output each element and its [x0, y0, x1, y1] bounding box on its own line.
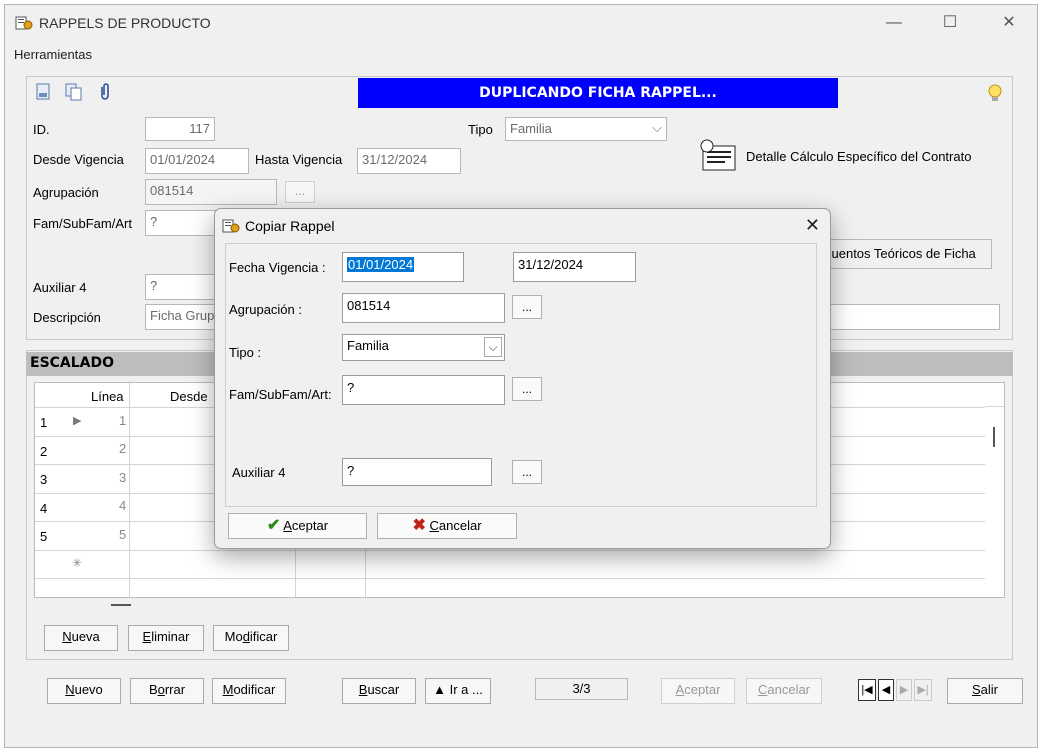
aceptar-main-button[interactable]: Aceptar — [661, 678, 735, 704]
fam-dialog-browse-button[interactable]: ... — [512, 377, 542, 401]
title-bar: RAPPELS DE PRODUCTO — ☐ ✕ — [5, 5, 1037, 41]
descuentos-teoricos-button[interactable]: cuentos Teóricos de Ficha — [820, 239, 992, 269]
agrupacion-dialog-label: Agrupación : — [229, 302, 302, 317]
dialog-title: Copiar Rappel — [245, 218, 335, 234]
nuevo-button[interactable]: Nuevo — [47, 678, 121, 704]
new-doc-icon[interactable] — [35, 83, 53, 101]
ir-a-button[interactable]: ▲ Ir a ... — [425, 678, 491, 704]
row-number: 5 — [40, 529, 48, 544]
app-icon — [222, 219, 240, 233]
tipo-select-value: Familia — [510, 121, 552, 136]
status-banner: DUPLICANDO FICHA RAPPEL... — [358, 78, 838, 108]
last-record-icon[interactable]: ▶| — [914, 679, 932, 701]
cancelar-main-button[interactable]: Cancelar — [746, 678, 822, 704]
hasta-field[interactable]: 31/12/2024 — [357, 148, 461, 174]
maximize-icon[interactable]: ☐ — [930, 11, 970, 35]
new-row-icon: ✳ — [72, 556, 83, 570]
desde-label: Desde Vigencia — [33, 152, 124, 167]
descripcion-label: Descripción — [33, 310, 101, 325]
agrupacion-dialog-field[interactable]: 081514 — [342, 293, 505, 323]
cancelar-dialog-button[interactable]: ✖ Cancelar — [377, 513, 517, 539]
auxiliar-dialog-browse-button[interactable]: ... — [512, 460, 542, 484]
close-icon[interactable]: ✕ — [805, 215, 820, 236]
eliminar-button[interactable]: Eliminar — [128, 625, 204, 651]
buscar-button[interactable]: Buscar — [342, 678, 416, 704]
dropdown-chevron-icon: ⌵ — [652, 120, 662, 135]
copiar-rappel-dialog: Copiar Rappel ✕ Fecha Vigencia : 01/01/2… — [214, 208, 831, 549]
menu-bar: Herramientas — [5, 41, 1037, 65]
next-record-icon[interactable]: ▶ — [896, 679, 912, 701]
row-number: 4 — [40, 501, 48, 516]
fam-label: Fam/SubFam/Art — [33, 216, 132, 231]
agrupacion-field[interactable]: 081514 — [145, 179, 277, 205]
fecha-hasta-field[interactable]: 31/12/2024 — [513, 252, 636, 282]
menu-tools[interactable]: Herramientas — [14, 47, 92, 62]
row-linea: 3 — [119, 470, 127, 485]
agrupacion-dialog-browse-button[interactable]: ... — [512, 295, 542, 319]
desde-field[interactable]: 01/01/2024 — [145, 148, 249, 174]
col-desde-header[interactable]: Desde — [170, 389, 208, 404]
row-number: 1 — [40, 415, 48, 430]
fam-dialog-field[interactable]: ? — [342, 375, 505, 405]
auxiliar-dialog-label: Auxiliar 4 — [232, 465, 286, 480]
window-title: RAPPELS DE PRODUCTO — [39, 15, 211, 31]
auxiliar-field[interactable]: ? — [145, 274, 225, 300]
fecha-desde-field[interactable]: 01/01/2024 — [342, 252, 464, 282]
tipo-dialog-select[interactable]: Familia ⌵ — [342, 334, 505, 361]
row-linea: 5 — [119, 527, 127, 542]
nueva-button[interactable]: Nueva — [44, 625, 118, 651]
horizontal-scroll-thumb[interactable] — [111, 604, 131, 606]
agrupacion-label: Agrupación — [33, 185, 99, 200]
vertical-scroll-thumb[interactable] — [993, 427, 995, 447]
hasta-label: Hasta Vigencia — [255, 152, 343, 167]
app-icon — [15, 16, 33, 30]
fecha-vigencia-label: Fecha Vigencia : — [229, 260, 326, 275]
modificar-button[interactable]: Modificar — [212, 678, 286, 704]
vertical-scrollbar[interactable] — [985, 383, 1004, 597]
row-number: 3 — [40, 472, 48, 487]
aceptar-dialog-button[interactable]: ✔ Aceptar — [228, 513, 367, 539]
auxiliar-dialog-field[interactable]: ? — [342, 458, 492, 486]
prev-record-icon[interactable]: ◀ — [878, 679, 894, 701]
auxiliar-label: Auxiliar 4 — [33, 280, 87, 295]
detalle-link[interactable]: Detalle Cálculo Específico del Contrato — [746, 149, 971, 164]
copy-icon[interactable] — [65, 83, 83, 101]
close-icon[interactable]: ✕ — [989, 11, 1029, 35]
fam-dialog-label: Fam/SubFam/Art: — [229, 387, 332, 402]
minimize-icon[interactable]: — — [874, 11, 914, 35]
tipo-dialog-value: Familia — [347, 338, 389, 353]
row-pointer-icon: ▶ — [73, 415, 82, 427]
fam-field[interactable]: ? — [145, 210, 225, 236]
row-linea: 2 — [119, 441, 127, 456]
agrupacion-browse-button[interactable]: ... — [285, 181, 315, 203]
col-linea-header[interactable]: Línea — [91, 389, 124, 404]
row-number: 2 — [40, 444, 48, 459]
attachment-icon[interactable] — [98, 83, 112, 101]
tipo-dialog-label: Tipo : — [229, 345, 262, 360]
dropdown-chevron-icon[interactable]: ⌵ — [484, 337, 502, 357]
tipo-label: Tipo — [468, 122, 493, 137]
row-linea: 4 — [119, 498, 127, 513]
descuentos-label: cuentos Teóricos de Ficha — [825, 246, 976, 261]
borrar-button[interactable]: Borrar — [130, 678, 204, 704]
tipo-select[interactable]: Familia ⌵ — [505, 117, 667, 141]
salir-button[interactable]: Salir — [947, 678, 1023, 704]
row-linea: 1 — [119, 413, 127, 428]
id-field[interactable]: 117 — [145, 117, 215, 141]
cancel-x-icon: ✖ — [412, 517, 426, 534]
record-navigator: |◀ ◀ ▶ ▶| — [858, 679, 932, 703]
first-record-icon[interactable]: |◀ — [858, 679, 876, 701]
accept-check-icon: ✔ — [266, 517, 281, 534]
record-counter: 3/3 — [535, 678, 628, 700]
lightbulb-icon[interactable] — [986, 83, 1004, 103]
contract-detail-icon[interactable] — [699, 138, 739, 172]
id-label: ID. — [33, 122, 50, 137]
fecha-desde-value: 01/01/2024 — [347, 257, 415, 272]
modificar-row-button[interactable]: Modificar — [213, 625, 289, 651]
